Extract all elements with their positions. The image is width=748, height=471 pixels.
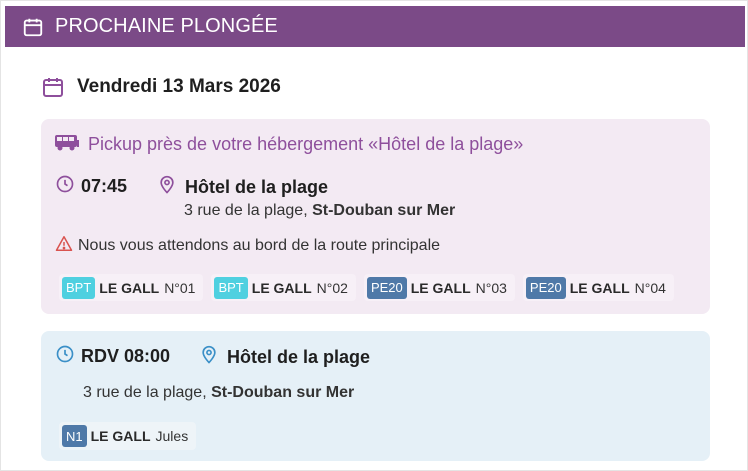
next-dive-card: PROCHAINE PLONGÉE Vendredi 13 Mars 2026 (0, 0, 748, 471)
diver-chips: BPT LE GALL N°01 BPT LE GALL N°02 PE20 L… (59, 274, 674, 301)
card-header: PROCHAINE PLONGÉE (5, 6, 745, 47)
location-pin-icon (199, 344, 219, 371)
diver-chip[interactable]: N1 LE GALL Jules (59, 422, 197, 450)
meeting-location-name: Hôtel de la plage (227, 347, 371, 367)
meeting-address-city: St-Douban sur Mer (211, 384, 355, 401)
level-badge: BPT (214, 276, 248, 299)
dive-date: Vendredi 13 Mars 2026 (41, 74, 281, 100)
pickup-title: Pickup près de votre hébergement «Hôtel … (88, 134, 524, 154)
diver-name: LE GALL (410, 279, 471, 296)
warning-text: Nous vous attendons au bord de la route … (78, 237, 441, 254)
pickup-header: Pickup près de votre hébergement «Hôtel … (54, 132, 523, 157)
pickup-panel: Pickup près de votre hébergement «Hôtel … (41, 119, 710, 314)
diver-chip[interactable]: BPT LE GALL N°01 (59, 274, 204, 301)
meeting-location: Hôtel de la plage (199, 344, 370, 371)
pickup-time-value: 07:45 (81, 176, 128, 196)
pickup-address-street: 3 rue de la plage, (184, 202, 313, 219)
meeting-address-street: 3 rue de la plage, (83, 384, 212, 401)
diver-chip[interactable]: PE20 LE GALL N°04 (522, 274, 674, 301)
level-badge: PE20 (525, 276, 566, 299)
meeting-time: RDV 08:00 (55, 344, 170, 369)
calendar-icon (41, 74, 65, 100)
diver-name: LE GALL (90, 428, 151, 444)
pickup-location: Hôtel de la plage (157, 174, 328, 201)
diver-name: LE GALL (99, 279, 160, 296)
warning-icon (55, 235, 73, 257)
level-badge: PE20 (366, 276, 407, 299)
level-badge: N1 (62, 425, 87, 447)
meeting-address: 3 rue de la plage, St-Douban sur Mer (83, 384, 354, 402)
diver-first-name: Jules (155, 428, 189, 444)
diver-number: N°03 (475, 279, 507, 296)
pickup-address-city: St-Douban sur Mer (312, 202, 456, 219)
pickup-address: 3 rue de la plage, St-Douban sur Mer (184, 202, 455, 220)
diver-chip[interactable]: BPT LE GALL N°02 (211, 274, 356, 301)
meeting-time-value: RDV 08:00 (81, 346, 171, 366)
location-pin-icon (157, 174, 177, 201)
clock-icon (55, 174, 75, 199)
level-badge: BPT (62, 276, 96, 299)
pickup-warning: Nous vous attendons au bord de la route … (55, 235, 440, 257)
diver-number: N°04 (634, 279, 666, 296)
pickup-time: 07:45 (55, 174, 127, 199)
meeting-panel: RDV 08:00 Hôtel de la plage 3 rue de la … (41, 331, 710, 461)
bus-icon (54, 132, 80, 157)
pickup-location-name: Hôtel de la plage (185, 177, 329, 197)
diver-number: N°01 (164, 279, 196, 296)
date-label: Vendredi 13 Mars 2026 (77, 76, 281, 97)
card-title: PROCHAINE PLONGÉE (55, 15, 278, 37)
clock-icon (55, 344, 75, 369)
diver-name: LE GALL (569, 279, 630, 296)
diver-number: N°02 (316, 279, 348, 296)
calendar-icon (21, 15, 45, 39)
diver-chip[interactable]: PE20 LE GALL N°03 (363, 274, 515, 301)
diver-name: LE GALL (251, 279, 312, 296)
